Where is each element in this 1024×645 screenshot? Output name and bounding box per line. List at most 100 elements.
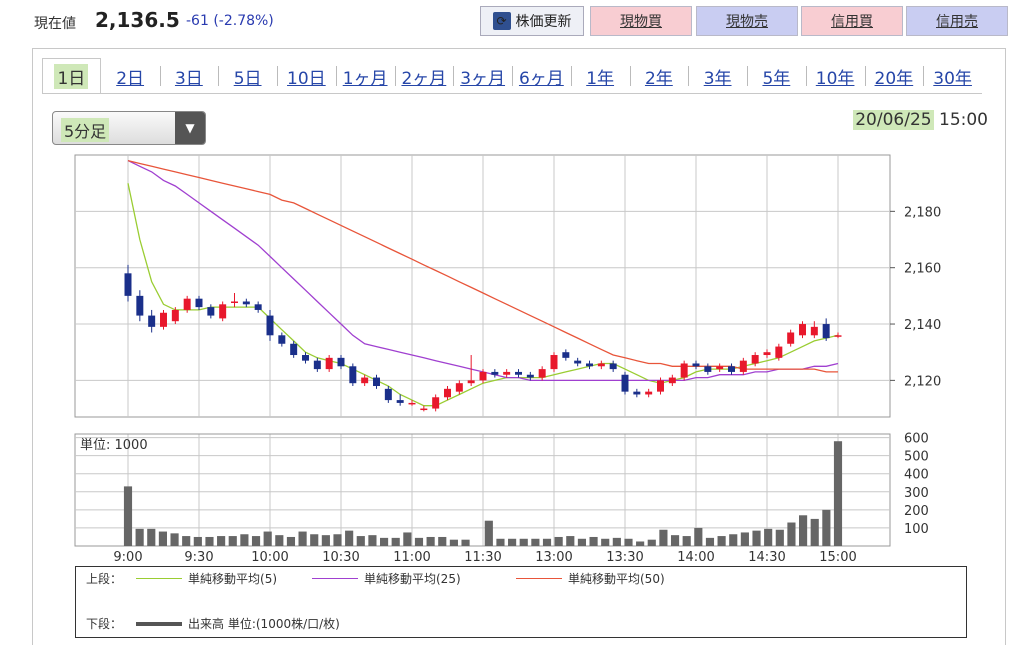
- volume-bar: [542, 538, 552, 546]
- volume-bar: [682, 536, 691, 546]
- volume-bar: [414, 537, 424, 546]
- volume-bar: [438, 536, 447, 546]
- legend-volume-swatch: [136, 621, 183, 626]
- candle-body: [680, 363, 688, 378]
- candle-body: [834, 335, 842, 337]
- candle-body: [810, 326, 818, 336]
- legend-ma25-label: 単純移動平均(25): [364, 572, 461, 586]
- volume-bar: [205, 536, 214, 546]
- volume-bar: [589, 536, 598, 546]
- volume-bar: [298, 531, 307, 546]
- candle-body: [384, 388, 392, 401]
- volume-bar: [158, 531, 167, 546]
- volume-ytick-label: 500: [904, 450, 929, 465]
- candle-body: [645, 391, 653, 395]
- candle-body: [444, 388, 451, 398]
- volume-bar: [391, 537, 400, 546]
- x-tick-label: 10:30: [322, 550, 359, 565]
- price-ytick-label: 2,160: [904, 262, 941, 277]
- candle-body: [160, 312, 167, 327]
- volume-bar: [147, 528, 156, 546]
- candle-body: [503, 371, 511, 375]
- volume-bar: [379, 537, 389, 546]
- volume-bar: [531, 538, 540, 546]
- candle-body: [467, 380, 475, 384]
- x-tick-label: 10:00: [251, 550, 288, 565]
- candle-body: [728, 366, 735, 372]
- legend-ma5-label: 単純移動平均(5): [188, 572, 278, 586]
- price-ytick-label: 2,120: [904, 374, 941, 389]
- candle-body: [171, 309, 179, 322]
- volume-bar: [810, 518, 819, 546]
- candle-body: [136, 295, 144, 316]
- volume-bar: [356, 536, 365, 546]
- volume-bar: [333, 534, 342, 546]
- legend-lower-label: 下段：: [86, 617, 123, 631]
- x-tick-label: 14:30: [748, 550, 785, 565]
- candle-body: [183, 298, 191, 310]
- candle-body: [337, 357, 345, 367]
- candle-body: [325, 357, 333, 370]
- volume-bar: [403, 532, 412, 546]
- volume-bar: [822, 509, 831, 546]
- volume-ytick-label: 100: [904, 522, 929, 537]
- volume-bar: [263, 531, 272, 546]
- candle-body: [231, 301, 238, 303]
- candle-body: [609, 363, 617, 370]
- candle-body: [302, 355, 309, 361]
- volume-bar: [554, 536, 563, 546]
- candle-body: [562, 352, 570, 358]
- volume-bar: [461, 539, 470, 546]
- volume-bar: [182, 536, 191, 546]
- x-tick-label: 13:30: [606, 550, 643, 565]
- candle-body: [479, 371, 487, 381]
- volume-ytick-label: 400: [904, 468, 929, 483]
- legend-ma25-swatch: [312, 578, 358, 579]
- candle-body: [254, 304, 262, 310]
- candle-body: [313, 360, 321, 370]
- candle-body: [574, 360, 582, 364]
- volume-bar: [752, 530, 761, 546]
- candle-body: [633, 391, 641, 395]
- volume-bar: [647, 539, 656, 546]
- candle-body: [207, 307, 215, 316]
- volume-bar: [496, 538, 505, 546]
- volume-bar: [624, 538, 633, 546]
- candle-body: [408, 402, 416, 405]
- volume-ytick-label: 300: [904, 486, 929, 501]
- stock-chart: 2,120 2,140 2,160 2,180 100 200 300 400 500 600 単位…: [74, 154, 941, 565]
- candle-body: [266, 315, 274, 336]
- volume-bar: [508, 538, 517, 546]
- volume-bar: [170, 533, 179, 546]
- volume-bar: [764, 528, 773, 546]
- x-tick-label: 15:00: [819, 550, 856, 565]
- candle-body: [124, 273, 132, 296]
- candle-body: [396, 400, 404, 403]
- price-ytick-label: 2,140: [904, 318, 941, 333]
- volume-bar: [612, 537, 621, 546]
- candle-body: [491, 371, 499, 375]
- volume-bar: [577, 538, 587, 546]
- volume-bar: [321, 535, 330, 546]
- x-tick-label: 13:00: [535, 550, 572, 565]
- volume-ytick-label: 200: [904, 504, 929, 519]
- volume-bar: [729, 534, 738, 546]
- volume-bar: [251, 536, 261, 546]
- x-tick-label: 14:00: [677, 550, 714, 565]
- candle-body: [692, 363, 700, 367]
- candle-body: [219, 304, 227, 319]
- volume-bar: [123, 486, 133, 546]
- legend-ma50-swatch: [516, 578, 562, 579]
- volume-bar: [787, 522, 796, 546]
- legend-ma50-label: 単純移動平均(50): [568, 572, 665, 586]
- candle-body: [148, 315, 156, 327]
- volume-bar: [717, 536, 726, 546]
- volume-bar: [310, 534, 319, 546]
- candle-body: [621, 374, 629, 392]
- chart-legend: 上段： 単純移動平均(5) 単純移動平均(25) 単純移動平均(50) 下段： …: [75, 566, 967, 638]
- candle-body: [361, 377, 369, 384]
- candle-body: [704, 366, 712, 372]
- volume-bar: [636, 541, 645, 546]
- x-tick-label: 11:00: [393, 550, 430, 565]
- candle-body: [775, 346, 783, 358]
